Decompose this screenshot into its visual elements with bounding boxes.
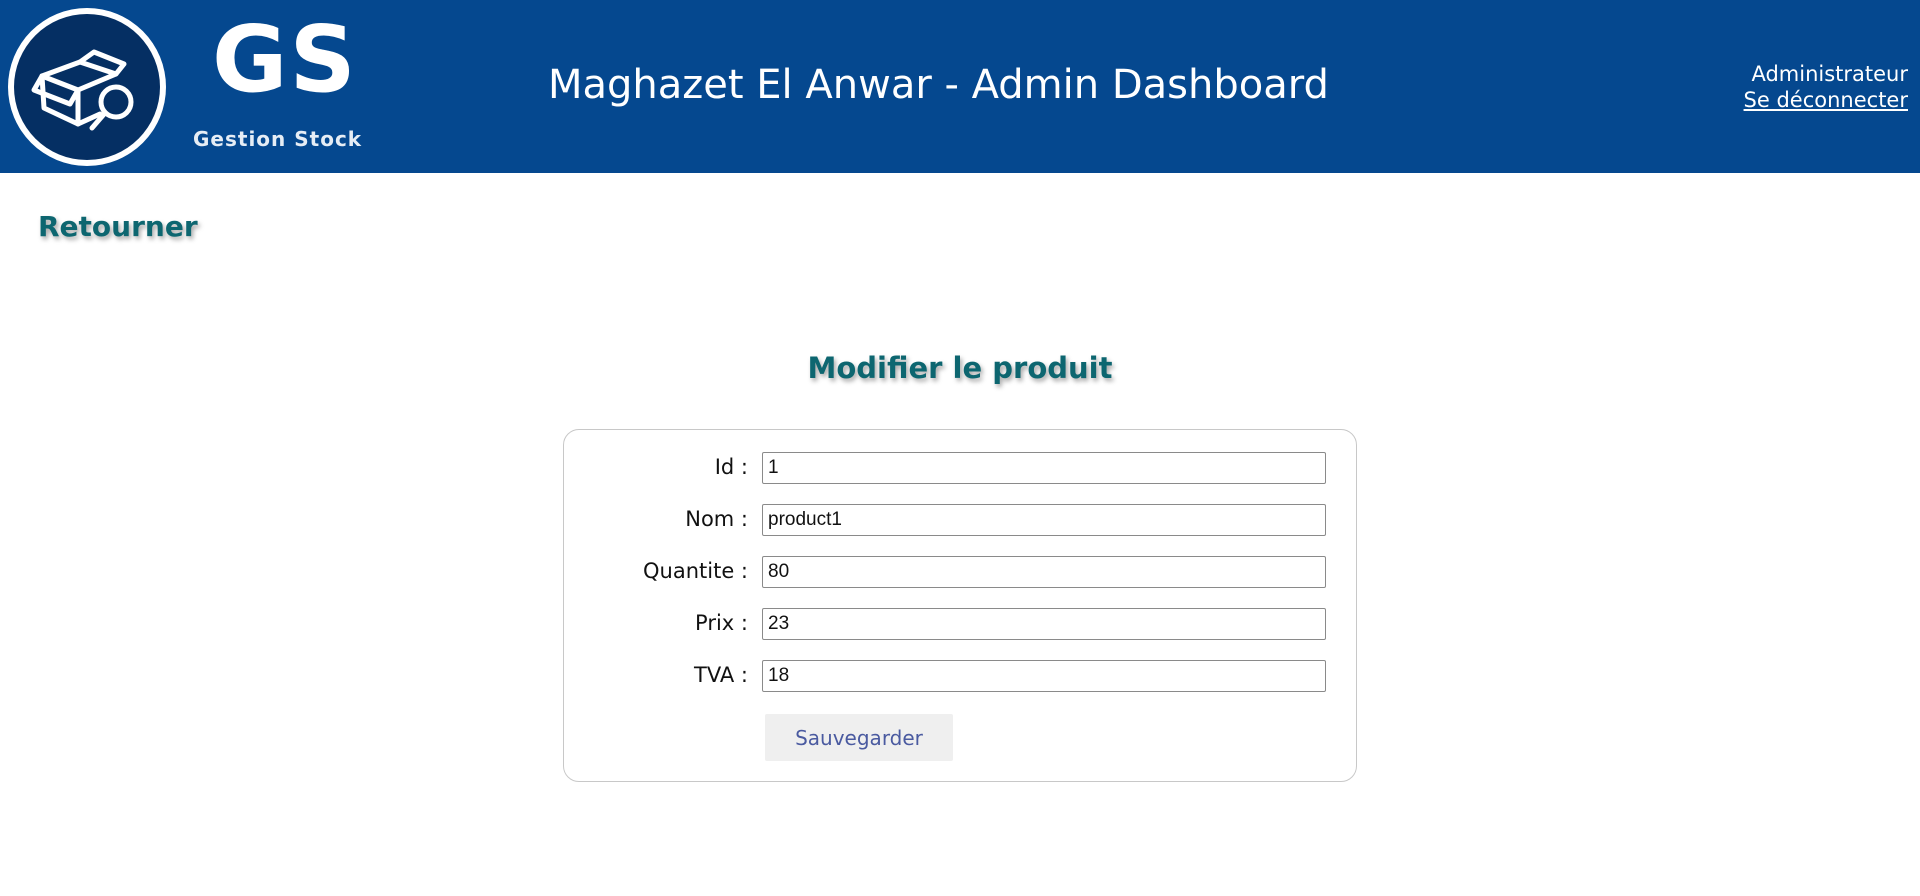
logo-text: GS xyxy=(212,6,358,113)
app-title: Maghazet El Anwar - Admin Dashboard xyxy=(548,62,1329,108)
form-row-tva: TVA : xyxy=(564,660,1358,692)
user-role: Administrateur xyxy=(1751,62,1908,86)
form-row-quantite: Quantite : xyxy=(564,556,1358,588)
box-search-icon xyxy=(8,8,166,166)
form-row-prix: Prix : xyxy=(564,608,1358,640)
logout-link[interactable]: Se déconnecter xyxy=(1744,87,1908,113)
logo-subtitle: Gestion Stock xyxy=(193,127,363,151)
nom-label: Nom : xyxy=(685,507,748,531)
edit-product-form: Id : Nom : Quantite : Prix : TVA : Sauve… xyxy=(563,429,1357,782)
prix-field[interactable] xyxy=(762,608,1326,640)
form-row-nom: Nom : xyxy=(564,504,1358,536)
id-field[interactable] xyxy=(762,452,1326,484)
back-link[interactable]: Retourner xyxy=(38,210,198,243)
tva-field[interactable] xyxy=(762,660,1326,692)
page-title: Modifier le produit xyxy=(807,351,1113,385)
nom-field[interactable] xyxy=(762,504,1326,536)
user-menu: Administrateur Se déconnecter xyxy=(1744,61,1908,113)
quantite-field[interactable] xyxy=(762,556,1326,588)
prix-label: Prix : xyxy=(695,611,748,635)
save-button[interactable]: Sauvegarder xyxy=(765,714,953,761)
top-header: GS Gestion Stock Maghazet El Anwar - Adm… xyxy=(0,0,1920,173)
tva-label: TVA : xyxy=(694,663,748,687)
id-label: Id : xyxy=(714,455,748,479)
quantite-label: Quantite : xyxy=(643,559,748,583)
form-row-id: Id : xyxy=(564,452,1358,484)
